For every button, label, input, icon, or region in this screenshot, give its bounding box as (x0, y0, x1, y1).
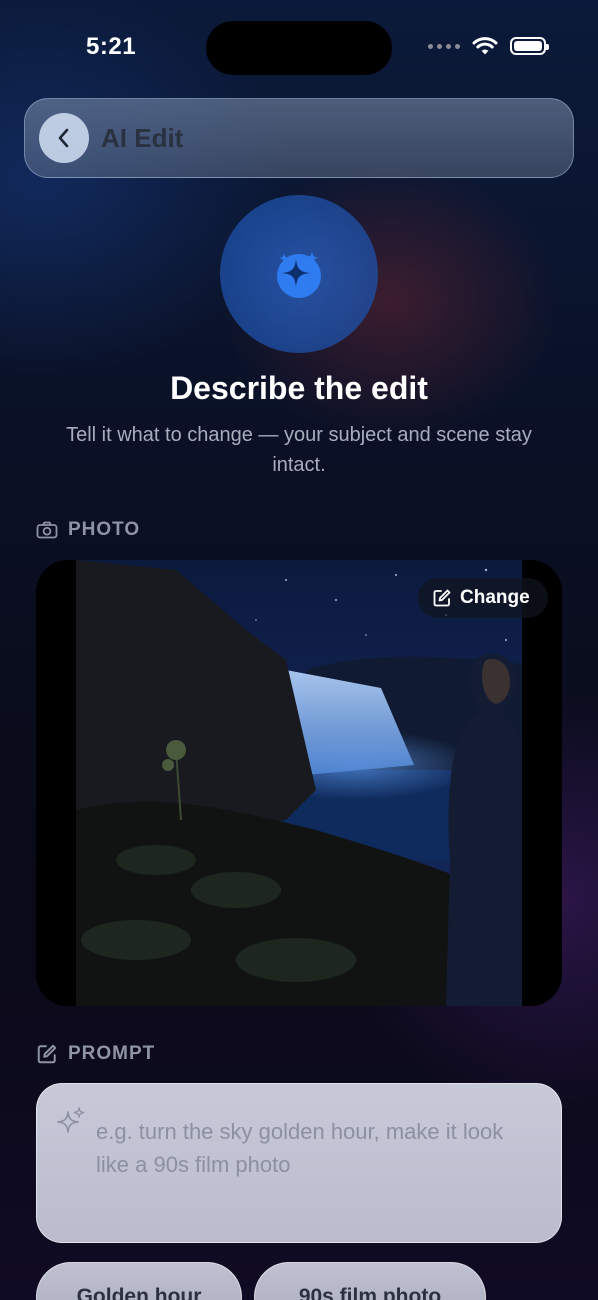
status-icons (428, 36, 549, 56)
battery-icon (510, 37, 549, 55)
prompt-placeholder: e.g. turn the sky golden hour, make it l… (96, 1119, 504, 1177)
dynamic-island (206, 21, 392, 75)
change-photo-button[interactable]: Change (418, 578, 548, 618)
edit-icon (37, 1044, 57, 1064)
suggestion-chip-golden-hour[interactable]: Golden hour (36, 1262, 242, 1300)
photo-image (36, 560, 562, 1006)
status-time: 5:21 (86, 33, 137, 60)
suggestion-chip-label: 90s film photo (298, 1285, 442, 1300)
prompt-section-label: PROMPT (36, 1043, 155, 1065)
page-title: AI Edit (101, 122, 184, 153)
change-button-label: Change (460, 587, 530, 608)
chevron-left-icon (58, 128, 69, 148)
cellular-signal-icon (428, 43, 460, 49)
suggestion-chip-label: Golden hour (76, 1285, 202, 1300)
edit-icon (433, 589, 451, 607)
wifi-icon (472, 37, 498, 55)
sparkles-icon (277, 251, 321, 298)
camera-icon (36, 521, 58, 539)
prompt-section-title: PROMPT (68, 1043, 156, 1064)
hero-title: Describe the edit (170, 370, 428, 406)
sparkles-icon (56, 1106, 86, 1141)
hero-subtitle: Tell it what to change — your subject an… (66, 424, 532, 476)
back-button[interactable] (39, 113, 89, 163)
photo-section-title: PHOTO (68, 519, 141, 540)
selected-photo[interactable] (36, 560, 562, 1006)
hero-badge (220, 195, 378, 353)
suggestion-chip-90s-film-photo[interactable]: 90s film photo (254, 1262, 486, 1300)
photo-section-label: PHOTO (36, 519, 140, 541)
nav-bar: AI Edit (24, 98, 574, 178)
